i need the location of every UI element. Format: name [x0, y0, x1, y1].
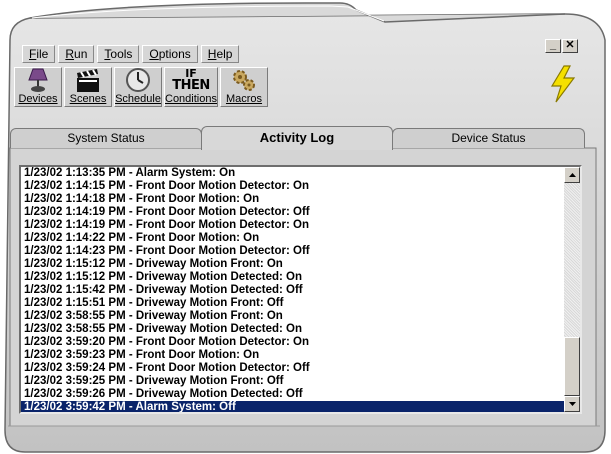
menu-options[interactable]: Options — [142, 45, 198, 63]
log-entry[interactable]: 1/23/02 3:59:26 PM - Driveway Motion Det… — [21, 388, 566, 401]
menu-run-key: R — [65, 47, 75, 61]
lamp-icon — [24, 67, 52, 93]
arrow-down-icon — [568, 402, 576, 406]
log-entry[interactable]: 1/23/02 1:14:19 PM - Front Door Motion D… — [21, 219, 566, 232]
log-entry[interactable]: 1/23/02 1:15:12 PM - Driveway Motion Fro… — [21, 258, 566, 271]
macros-label: Macros — [225, 93, 263, 105]
menu-bar: File Run Tools Options Help — [22, 45, 240, 65]
menu-options-label: ptions — [158, 47, 191, 61]
scroll-thumb[interactable] — [564, 337, 580, 396]
tab-system-status[interactable]: System Status — [10, 128, 202, 148]
clock-icon — [124, 67, 152, 93]
log-entry[interactable]: 1/23/02 3:58:55 PM - Driveway Motion Fro… — [21, 310, 566, 323]
close-button[interactable]: ✕ — [562, 39, 578, 53]
log-rows: 1/23/02 1:13:35 PM - Alarm System: On 1/2… — [21, 167, 566, 412]
tab-device-status[interactable]: Device Status — [392, 128, 585, 148]
log-entry[interactable]: 1/23/02 1:14:22 PM - Front Door Motion: … — [21, 232, 566, 245]
scroll-up-button[interactable] — [564, 167, 580, 183]
tab-activity-log[interactable]: Activity Log — [201, 126, 393, 150]
menu-tools[interactable]: Tools — [97, 45, 140, 63]
app-window: File Run Tools Options Help _ ✕ Devices — [0, 0, 611, 454]
gears-icon — [230, 67, 258, 93]
window-controls: _ ✕ — [545, 39, 578, 53]
tab-bar: System Status Activity Log Device Status — [10, 126, 587, 150]
activity-log-list[interactable]: 1/23/02 1:13:35 PM - Alarm System: On 1/2… — [19, 165, 582, 414]
log-entry[interactable]: 1/23/02 3:58:55 PM - Driveway Motion Det… — [21, 323, 566, 336]
scenes-button[interactable]: Scenes — [64, 67, 112, 107]
arrow-up-icon — [568, 173, 576, 177]
conditions-label: Conditions — [165, 93, 217, 105]
scenes-label: Scenes — [69, 93, 107, 105]
if-then-icon: IF THEN — [169, 68, 213, 93]
log-entry[interactable]: 1/23/02 3:59:20 PM - Front Door Motion D… — [21, 336, 566, 349]
clapperboard-icon — [74, 68, 102, 93]
log-entry[interactable]: 1/23/02 1:14:23 PM - Front Door Motion D… — [21, 245, 566, 258]
conditions-button[interactable]: IF THEN Conditions — [164, 67, 218, 107]
devices-button[interactable]: Devices — [14, 67, 62, 107]
log-entry[interactable]: 1/23/02 1:15:42 PM - Driveway Motion Det… — [21, 284, 566, 297]
devices-label: Devices — [18, 93, 58, 105]
log-entry[interactable]: 1/23/02 1:15:51 PM - Driveway Motion Fro… — [21, 297, 566, 310]
log-entry[interactable]: 1/23/02 1:14:19 PM - Front Door Motion D… — [21, 206, 566, 219]
macros-button[interactable]: Macros — [220, 67, 268, 107]
menu-help-label: elp — [216, 47, 233, 61]
menu-run[interactable]: Run — [58, 45, 95, 63]
scroll-down-button[interactable] — [564, 396, 580, 412]
menu-help[interactable]: Help — [200, 45, 240, 63]
menu-file[interactable]: File — [22, 45, 56, 63]
toolbar: Devices Scenes Schedule IF THEN Conditio… — [14, 67, 268, 107]
vertical-scrollbar[interactable] — [564, 167, 580, 412]
log-entry[interactable]: 1/23/02 3:59:25 PM - Driveway Motion Fro… — [21, 375, 566, 388]
log-entry[interactable]: 1/23/02 3:59:23 PM - Front Door Motion: … — [21, 349, 566, 362]
log-entry[interactable]: 1/23/02 1:14:18 PM - Front Door Motion: … — [21, 193, 566, 206]
log-entry[interactable]: 1/23/02 1:15:12 PM - Driveway Motion Det… — [21, 271, 566, 284]
lightning-icon — [550, 65, 576, 103]
menu-options-key: O — [149, 47, 159, 61]
then-text: THEN — [172, 78, 210, 93]
minimize-button[interactable]: _ — [545, 39, 561, 53]
log-entry[interactable]: 1/23/02 1:13:35 PM - Alarm System: On — [21, 167, 566, 180]
log-entry[interactable]: 1/23/02 1:14:15 PM - Front Door Motion D… — [21, 180, 566, 193]
menu-run-label: un — [74, 47, 88, 61]
schedule-label: Schedule — [115, 93, 161, 105]
log-entry[interactable]: 1/23/02 3:59:24 PM - Front Door Motion D… — [21, 362, 566, 375]
menu-tools-label: ools — [110, 47, 133, 61]
log-entry[interactable]: 1/23/02 3:59:42 PM - Alarm System: Off — [21, 401, 566, 412]
schedule-button[interactable]: Schedule — [114, 67, 162, 107]
menu-file-label: ile — [36, 47, 49, 61]
